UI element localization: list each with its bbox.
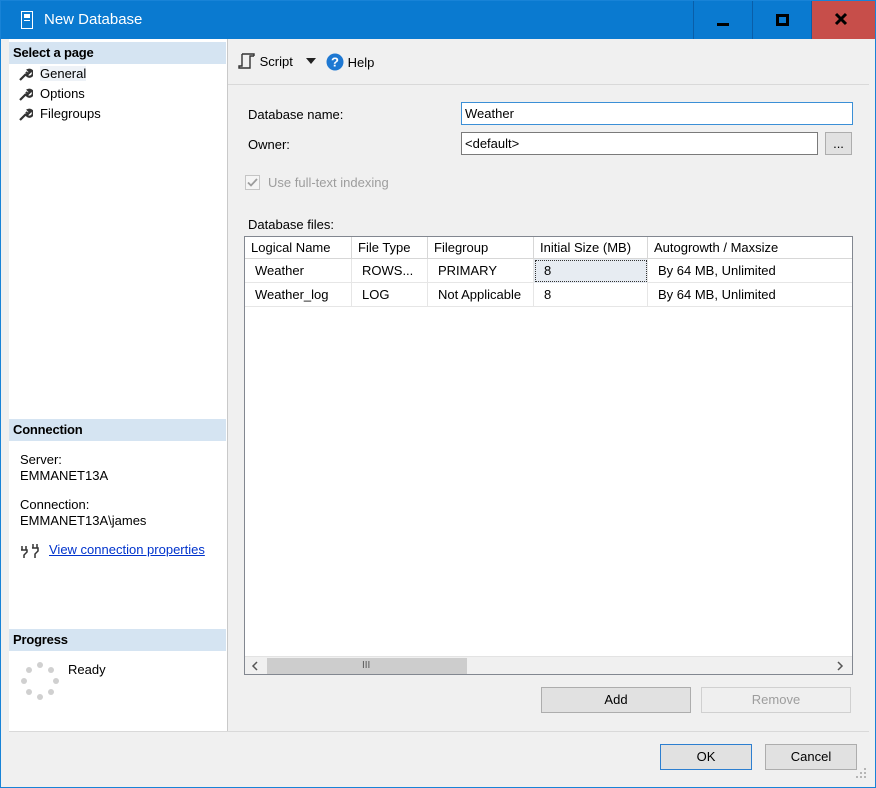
script-button[interactable]: Script (238, 53, 293, 69)
dialog-footer: OK Cancel (9, 731, 869, 781)
server-value: EMMANET13A (20, 468, 109, 483)
scrollbar-grip: III (362, 660, 371, 671)
owner-input[interactable]: <default> (461, 132, 818, 155)
help-icon: ? (326, 53, 344, 71)
owner-label: Owner: (248, 137, 290, 152)
horizontal-scrollbar[interactable]: III (245, 656, 852, 674)
add-button[interactable]: Add (541, 687, 691, 713)
page-item-general[interactable]: General (17, 65, 87, 83)
wrench-icon (19, 108, 33, 121)
select-page-header: Select a page (9, 42, 226, 64)
table-cell[interactable]: PRIMARY (428, 259, 534, 283)
minimize-button[interactable] (693, 1, 752, 39)
close-icon (834, 12, 848, 26)
view-connection-properties-link[interactable]: View connection properties (49, 542, 205, 557)
table-cell[interactable]: ROWS... (352, 259, 428, 283)
table-cell[interactable]: 8 (534, 259, 648, 283)
maximize-button[interactable] (752, 1, 811, 39)
general-page: Database name: Weather Owner: <default> … (228, 86, 869, 731)
page-item-filegroups[interactable]: Filegroups (17, 105, 101, 123)
plug-icon (21, 544, 39, 558)
remove-button[interactable]: Remove (701, 687, 851, 713)
ok-button[interactable]: OK (660, 744, 752, 770)
new-database-window: New Database Select a page General Optio… (0, 0, 876, 788)
page-item-label: Options (40, 86, 85, 101)
window-title: New Database (44, 11, 143, 28)
column-header[interactable]: Logical Name (245, 237, 352, 259)
title-bar: New Database (1, 1, 875, 39)
table-cell[interactable]: LOG (352, 283, 428, 307)
progress-spinner-icon (21, 662, 59, 700)
connection-label: Connection: (20, 497, 90, 512)
chevron-down-icon[interactable] (306, 58, 316, 64)
minimize-icon (717, 23, 729, 26)
page-item-options[interactable]: Options (17, 85, 85, 103)
table-cell[interactable]: By 64 MB, Unlimited (648, 283, 852, 307)
right-pane: Script ? Help Database name: Weather Own… (228, 39, 869, 731)
cancel-button[interactable]: Cancel (765, 744, 857, 770)
table-cell[interactable]: Weather_log (245, 283, 352, 307)
toolbar: Script ? Help (228, 39, 869, 85)
database-files-label: Database files: (248, 217, 334, 232)
table-cell[interactable]: 8 (534, 283, 648, 307)
fulltext-checkbox[interactable] (245, 175, 260, 190)
column-header[interactable]: File Type (352, 237, 428, 259)
fulltext-label: Use full-text indexing (268, 175, 389, 190)
database-name-input[interactable]: Weather (461, 102, 853, 125)
table-cell[interactable]: Weather (245, 259, 352, 283)
chevron-left-icon[interactable] (251, 661, 259, 671)
progress-header: Progress (9, 629, 226, 651)
table-row[interactable]: Weather_log LOG Not Applicable 8 By 64 M… (245, 283, 852, 307)
left-pane: Select a page General Options Filegroups… (9, 39, 228, 731)
help-label: Help (347, 55, 375, 70)
column-header[interactable]: Initial Size (MB) (534, 237, 648, 259)
table-row[interactable]: Weather ROWS... PRIMARY 8 By 64 MB, Unli… (245, 259, 852, 283)
connection-header: Connection (9, 419, 226, 441)
wrench-icon (19, 88, 33, 101)
server-label: Server: (20, 452, 62, 467)
resize-grip-icon[interactable] (855, 767, 867, 779)
svg-text:?: ? (331, 55, 339, 70)
column-header[interactable]: Autogrowth / Maxsize (648, 237, 852, 259)
wrench-icon (19, 68, 33, 81)
table-cell[interactable]: By 64 MB, Unlimited (648, 259, 852, 283)
script-icon (238, 53, 255, 69)
page-item-label: Filegroups (40, 106, 101, 121)
script-label: Script (259, 54, 293, 69)
connection-value: EMMANET13A\james (20, 513, 147, 528)
help-button[interactable]: ? Help (326, 53, 374, 71)
database-files-grid[interactable]: Logical Name File Type Filegroup Initial… (244, 236, 853, 675)
maximize-icon (776, 14, 789, 26)
grid-header: Logical Name File Type Filegroup Initial… (245, 237, 852, 259)
progress-status: Ready (68, 662, 106, 677)
scrollbar-thumb[interactable]: III (267, 658, 467, 674)
close-button[interactable] (811, 1, 875, 39)
chevron-right-icon[interactable] (836, 661, 844, 671)
table-cell[interactable]: Not Applicable (428, 283, 534, 307)
page-item-label: General (40, 66, 87, 81)
owner-browse-button[interactable]: ... (825, 132, 852, 155)
column-header[interactable]: Filegroup (428, 237, 534, 259)
database-icon (21, 11, 33, 29)
database-name-label: Database name: (248, 107, 344, 122)
